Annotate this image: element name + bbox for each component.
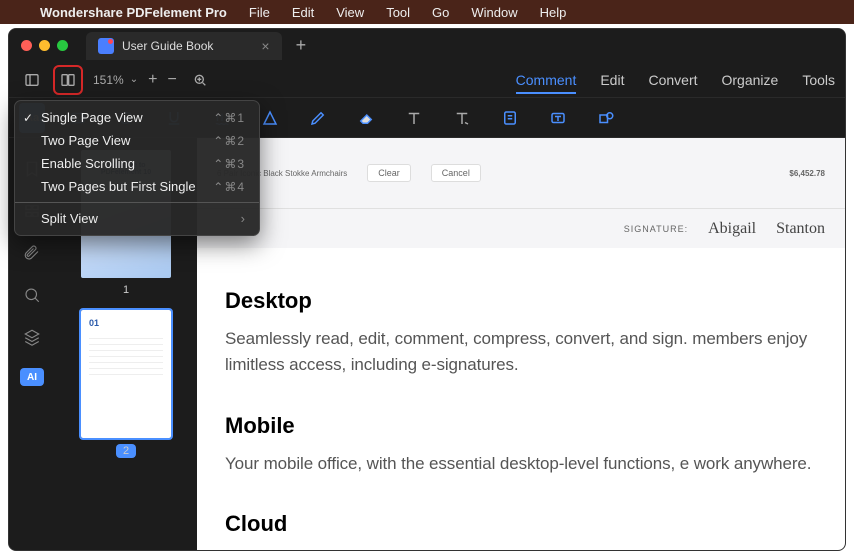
tab-tools[interactable]: Tools xyxy=(802,72,835,88)
signature-label: SIGNATURE: xyxy=(624,224,688,234)
menu-tool[interactable]: Tool xyxy=(386,5,410,20)
macos-menubar: Wondershare PDFelement Pro File Edit Vie… xyxy=(0,0,854,24)
maximize-button[interactable] xyxy=(57,40,68,51)
menu-item-single-page[interactable]: ✓ Single Page View ⌃⌘1 xyxy=(15,106,259,129)
tab-convert[interactable]: Convert xyxy=(648,72,697,88)
window-controls xyxy=(21,40,68,51)
menu-item-split-view[interactable]: Split View › xyxy=(15,202,259,230)
menu-label: Two Page View xyxy=(41,133,130,148)
mode-tabs: Comment Edit Convert Organize Tools xyxy=(516,72,835,88)
text-tool[interactable] xyxy=(399,103,429,133)
layers-icon[interactable] xyxy=(21,326,43,348)
document-tab[interactable]: User Guide Book × xyxy=(86,32,282,60)
thumbnail-page-2[interactable]: 2 xyxy=(67,310,185,459)
thumbnail-image xyxy=(81,310,171,438)
text-box-tool[interactable] xyxy=(543,103,573,133)
eraser-tool[interactable] xyxy=(351,103,381,133)
document-viewport[interactable]: 6 Pair Iconic Black Stokke Armchairs Cle… xyxy=(197,138,845,550)
page-layout-icon[interactable] xyxy=(55,67,81,93)
signature-row: SIGNATURE: Abigail Stanton xyxy=(197,208,845,248)
zoom-in-button[interactable]: + xyxy=(148,71,157,89)
heading-desktop: Desktop xyxy=(225,288,817,314)
zoom-value: 151% xyxy=(93,73,124,87)
total-amount: $6,452.78 xyxy=(789,169,825,178)
close-button[interactable] xyxy=(21,40,32,51)
menu-window[interactable]: Window xyxy=(471,5,517,20)
signature-1: Abigail xyxy=(708,220,756,238)
tab-comment[interactable]: Comment xyxy=(516,72,577,94)
menu-go[interactable]: Go xyxy=(432,5,449,20)
menu-item-two-first-single[interactable]: Two Pages but First Single ⌃⌘4 xyxy=(15,175,259,198)
toolbar-primary: 151% ⌄ + − Comment Edit Convert Organize… xyxy=(9,62,845,98)
text-callout-tool[interactable] xyxy=(447,103,477,133)
minimize-button[interactable] xyxy=(39,40,50,51)
check-icon: ✓ xyxy=(23,111,33,125)
chevron-down-icon: ⌄ xyxy=(130,74,138,85)
tab-edit[interactable]: Edit xyxy=(600,72,624,88)
menu-label: Split View xyxy=(41,211,98,226)
shortcut: ⌃⌘3 xyxy=(213,157,245,171)
chevron-right-icon: › xyxy=(241,211,245,226)
menu-file[interactable]: File xyxy=(249,5,270,20)
heading-mobile: Mobile xyxy=(225,413,817,439)
menu-edit[interactable]: Edit xyxy=(292,5,314,20)
cancel-button: Cancel xyxy=(431,164,481,182)
doc-page: Desktop Seamlessly read, edit, comment, … xyxy=(197,248,845,550)
tab-close-icon[interactable]: × xyxy=(261,38,269,54)
attachment-icon[interactable] xyxy=(21,242,43,264)
menu-help[interactable]: Help xyxy=(540,5,567,20)
tab-organize[interactable]: Organize xyxy=(722,72,779,88)
page-number: 1 xyxy=(123,284,129,296)
heading-cloud: Cloud xyxy=(225,511,817,537)
fit-page-icon[interactable] xyxy=(187,67,213,93)
app-name[interactable]: Wondershare PDFelement Pro xyxy=(40,5,227,20)
shapes-tool[interactable] xyxy=(591,103,621,133)
ai-button[interactable]: AI xyxy=(20,368,44,386)
shortcut: ⌃⌘2 xyxy=(213,134,245,148)
view-mode-menu: ✓ Single Page View ⌃⌘1 Two Page View ⌃⌘2… xyxy=(14,100,260,236)
pencil-tool[interactable] xyxy=(303,103,333,133)
search-icon[interactable] xyxy=(21,284,43,306)
menu-label: Two Pages but First Single xyxy=(41,179,196,194)
clear-button: Clear xyxy=(367,164,411,182)
menu-item-scrolling[interactable]: Enable Scrolling ⌃⌘3 xyxy=(15,152,259,175)
sidebar-toggle-icon[interactable] xyxy=(19,67,45,93)
shortcut: ⌃⌘4 xyxy=(213,180,245,194)
doc-header-fragment: 6 Pair Iconic Black Stokke Armchairs Cle… xyxy=(197,138,845,208)
pdfelement-icon xyxy=(98,38,114,54)
menu-view[interactable]: View xyxy=(336,5,364,20)
titlebar: User Guide Book × + xyxy=(9,29,845,62)
zoom-dropdown[interactable]: 151% ⌄ xyxy=(93,73,138,87)
page-number: 2 xyxy=(116,444,136,458)
menu-label: Enable Scrolling xyxy=(41,156,135,171)
paragraph-mobile: Your mobile office, with the essential d… xyxy=(225,451,817,477)
shortcut: ⌃⌘1 xyxy=(213,111,245,125)
menu-item-two-page[interactable]: Two Page View ⌃⌘2 xyxy=(15,129,259,152)
add-tab-button[interactable]: + xyxy=(296,35,307,56)
note-tool[interactable] xyxy=(495,103,525,133)
paragraph-desktop: Seamlessly read, edit, comment, compress… xyxy=(225,326,817,379)
signature-2: Stanton xyxy=(776,220,825,238)
menu-label: Single Page View xyxy=(41,110,143,125)
zoom-out-button[interactable]: − xyxy=(167,71,176,89)
tab-title: User Guide Book xyxy=(122,39,213,53)
